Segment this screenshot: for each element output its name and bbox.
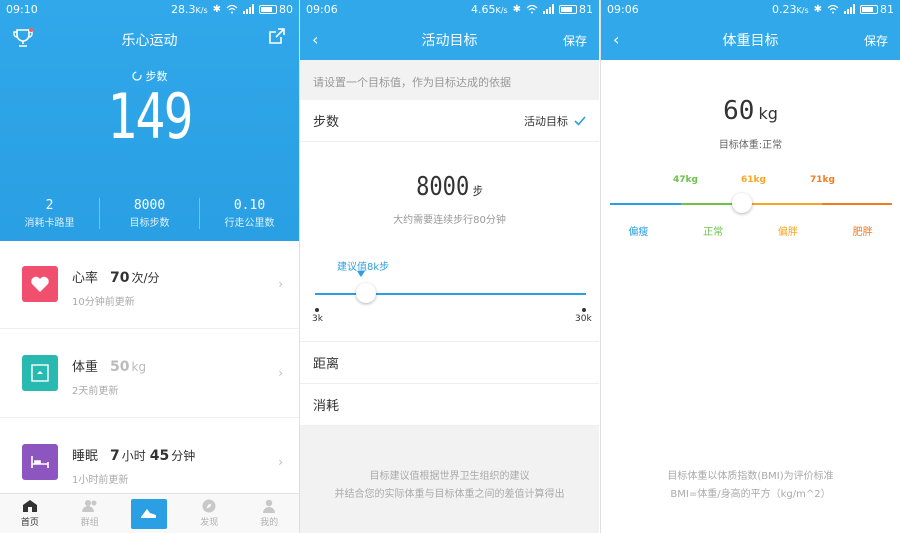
share-icon[interactable] bbox=[269, 28, 285, 44]
footer-note: 目标建议值根据世界卫生组织的建议 并结合您的实际体重与目标体重之间的差值计算得出 bbox=[334, 471, 565, 500]
header: 09:06 0.23K/s ✱ 81 ‹ 体重目标 保存 bbox=[601, 0, 900, 60]
steps-row-label: 步数 bbox=[313, 115, 340, 130]
distance-label: 距离 bbox=[313, 357, 340, 372]
status-bar: 09:10 28.3K/s ✱ 80 bbox=[0, 0, 299, 18]
scale-icon bbox=[22, 355, 58, 391]
bluetooth-icon: ✱ bbox=[512, 3, 521, 15]
chevron-right-icon: › bbox=[278, 366, 283, 380]
group-icon bbox=[81, 500, 97, 512]
stats-row: 2 消耗卡路里 8000 目标步数 0.10 行走公里数 bbox=[0, 198, 299, 229]
network-speed: 0.23K/s bbox=[772, 2, 809, 16]
wifi-icon bbox=[226, 4, 238, 14]
consume-row[interactable]: 消耗 bbox=[300, 384, 599, 426]
nav-home[interactable]: 首页 bbox=[0, 494, 60, 533]
network-speed: 28.3K/s bbox=[171, 2, 208, 16]
battery-icon: 81 bbox=[860, 3, 894, 16]
bottom-nav: 首页 群组 发现 我的 bbox=[0, 493, 299, 533]
threshold-normal: 47kg bbox=[673, 175, 698, 185]
weight-card[interactable]: 体重 50 kg 2天前更新 › bbox=[0, 330, 299, 418]
stat-calories: 2 消耗卡路里 bbox=[0, 198, 100, 229]
heart-icon bbox=[22, 266, 58, 302]
slider-tip-arrow bbox=[357, 271, 365, 277]
chevron-right-icon: › bbox=[278, 277, 283, 291]
slider-min-label: 3k bbox=[312, 314, 323, 324]
check-icon bbox=[574, 115, 586, 126]
bluetooth-icon: ✱ bbox=[212, 3, 221, 15]
step-goal-editor: 8000 步 大约需要连续步行80分钟 建议值8k步 3k 30k bbox=[300, 142, 599, 342]
shoe-icon bbox=[131, 498, 168, 529]
category-underweight: 偏瘦 bbox=[628, 227, 649, 238]
save-button[interactable]: 保存 bbox=[563, 32, 587, 49]
heart-rate-card[interactable]: 心率 70 次/分 10分钟前更新 › bbox=[0, 241, 299, 329]
status-time: 09:06 bbox=[607, 2, 639, 16]
slider-max-dot bbox=[582, 308, 586, 312]
signal-icon bbox=[844, 4, 855, 14]
status-bar: 09:06 4.65K/s ✱ 81 bbox=[300, 0, 599, 18]
home-icon bbox=[22, 500, 37, 512]
signal-icon bbox=[543, 4, 554, 14]
nav-mine[interactable]: 我的 bbox=[239, 494, 299, 533]
stat-target-steps: 8000 目标步数 bbox=[100, 198, 200, 229]
weight-goal-screen: 09:06 0.23K/s ✱ 81 ‹ 体重目标 保存 60 kg 目标体重:正… bbox=[601, 0, 900, 533]
weight-status: 目标体重:正常 bbox=[718, 140, 783, 151]
consume-label: 消耗 bbox=[313, 399, 340, 414]
home-screen: 09:10 28.3K/s ✱ 80 乐心运动 步数 149 2 消耗卡路里 80… bbox=[0, 0, 299, 533]
slider-max-label: 30k bbox=[575, 314, 592, 324]
battery-icon: 81 bbox=[559, 3, 593, 16]
threshold-obese: 71kg bbox=[810, 175, 835, 185]
network-speed: 4.65K/s bbox=[471, 2, 508, 16]
steps-hero: 09:10 28.3K/s ✱ 80 乐心运动 步数 149 2 消耗卡路里 80… bbox=[0, 0, 299, 241]
status-bar: 09:06 0.23K/s ✱ 81 bbox=[601, 0, 900, 18]
heart-rate-updated: 10分钟前更新 bbox=[72, 297, 135, 308]
activity-goal-screen: 09:06 4.65K/s ✱ 81 ‹ 活动目标 保存 请设置一个目标值，作为… bbox=[300, 0, 599, 533]
distance-row[interactable]: 距离 bbox=[300, 342, 599, 384]
nav-group[interactable]: 群组 bbox=[60, 494, 120, 533]
compass-icon bbox=[202, 499, 216, 513]
threshold-overweight: 61kg bbox=[741, 175, 766, 185]
weight-value: 60 kg bbox=[723, 96, 778, 126]
status-time: 09:10 bbox=[6, 2, 38, 16]
goal-duration: 大约需要连续步行80分钟 bbox=[393, 215, 506, 226]
weight-thumb[interactable] bbox=[732, 193, 752, 213]
sleep-title: 睡眠 7 小时 45 分钟 bbox=[72, 448, 196, 464]
category-normal: 正常 bbox=[703, 227, 724, 238]
chevron-right-icon: › bbox=[278, 455, 283, 469]
signal-icon bbox=[243, 4, 254, 14]
bluetooth-icon: ✱ bbox=[813, 3, 822, 15]
steps-row-value: 活动目标 bbox=[524, 114, 568, 128]
save-button[interactable]: 保存 bbox=[864, 32, 888, 49]
category-obese: 肥胖 bbox=[852, 227, 873, 238]
weight-title: 体重 50 kg bbox=[72, 359, 147, 375]
sleep-updated: 1小时前更新 bbox=[72, 475, 129, 486]
status-time: 09:06 bbox=[306, 2, 338, 16]
heart-rate-title: 心率 70 次/分 bbox=[72, 270, 160, 286]
weight-updated: 2天前更新 bbox=[72, 386, 119, 397]
nav-sport[interactable] bbox=[120, 494, 180, 533]
steps-row[interactable]: 步数 活动目标 bbox=[300, 100, 599, 142]
battery-icon: 80 bbox=[259, 3, 293, 16]
steps-count: 149 bbox=[107, 80, 193, 153]
stat-distance: 0.10 行走公里数 bbox=[224, 198, 275, 229]
page-title: 活动目标 bbox=[421, 33, 478, 49]
app-title: 乐心运动 bbox=[121, 33, 178, 49]
weight-categories: 偏瘦 正常 偏胖 肥胖 bbox=[601, 223, 900, 238]
bmi-note: 目标体重以体质指数(BMI)为评价标准 BMI=体重/身高的平方（kg/m^2） bbox=[667, 471, 834, 500]
category-overweight: 偏胖 bbox=[777, 227, 798, 238]
slider-min-dot bbox=[315, 308, 319, 312]
goal-hint: 请设置一个目标值，作为目标达成的依据 bbox=[300, 60, 599, 100]
bed-icon bbox=[22, 444, 58, 480]
goal-value: 8000 步 bbox=[416, 172, 483, 202]
user-icon bbox=[263, 499, 276, 513]
page-title: 体重目标 bbox=[722, 33, 779, 49]
header: 09:06 4.65K/s ✱ 81 ‹ 活动目标 保存 bbox=[300, 0, 599, 60]
wifi-icon bbox=[526, 4, 538, 14]
nav-discover[interactable]: 发现 bbox=[179, 494, 239, 533]
slider-thumb[interactable] bbox=[356, 283, 377, 303]
wifi-icon bbox=[827, 4, 839, 14]
